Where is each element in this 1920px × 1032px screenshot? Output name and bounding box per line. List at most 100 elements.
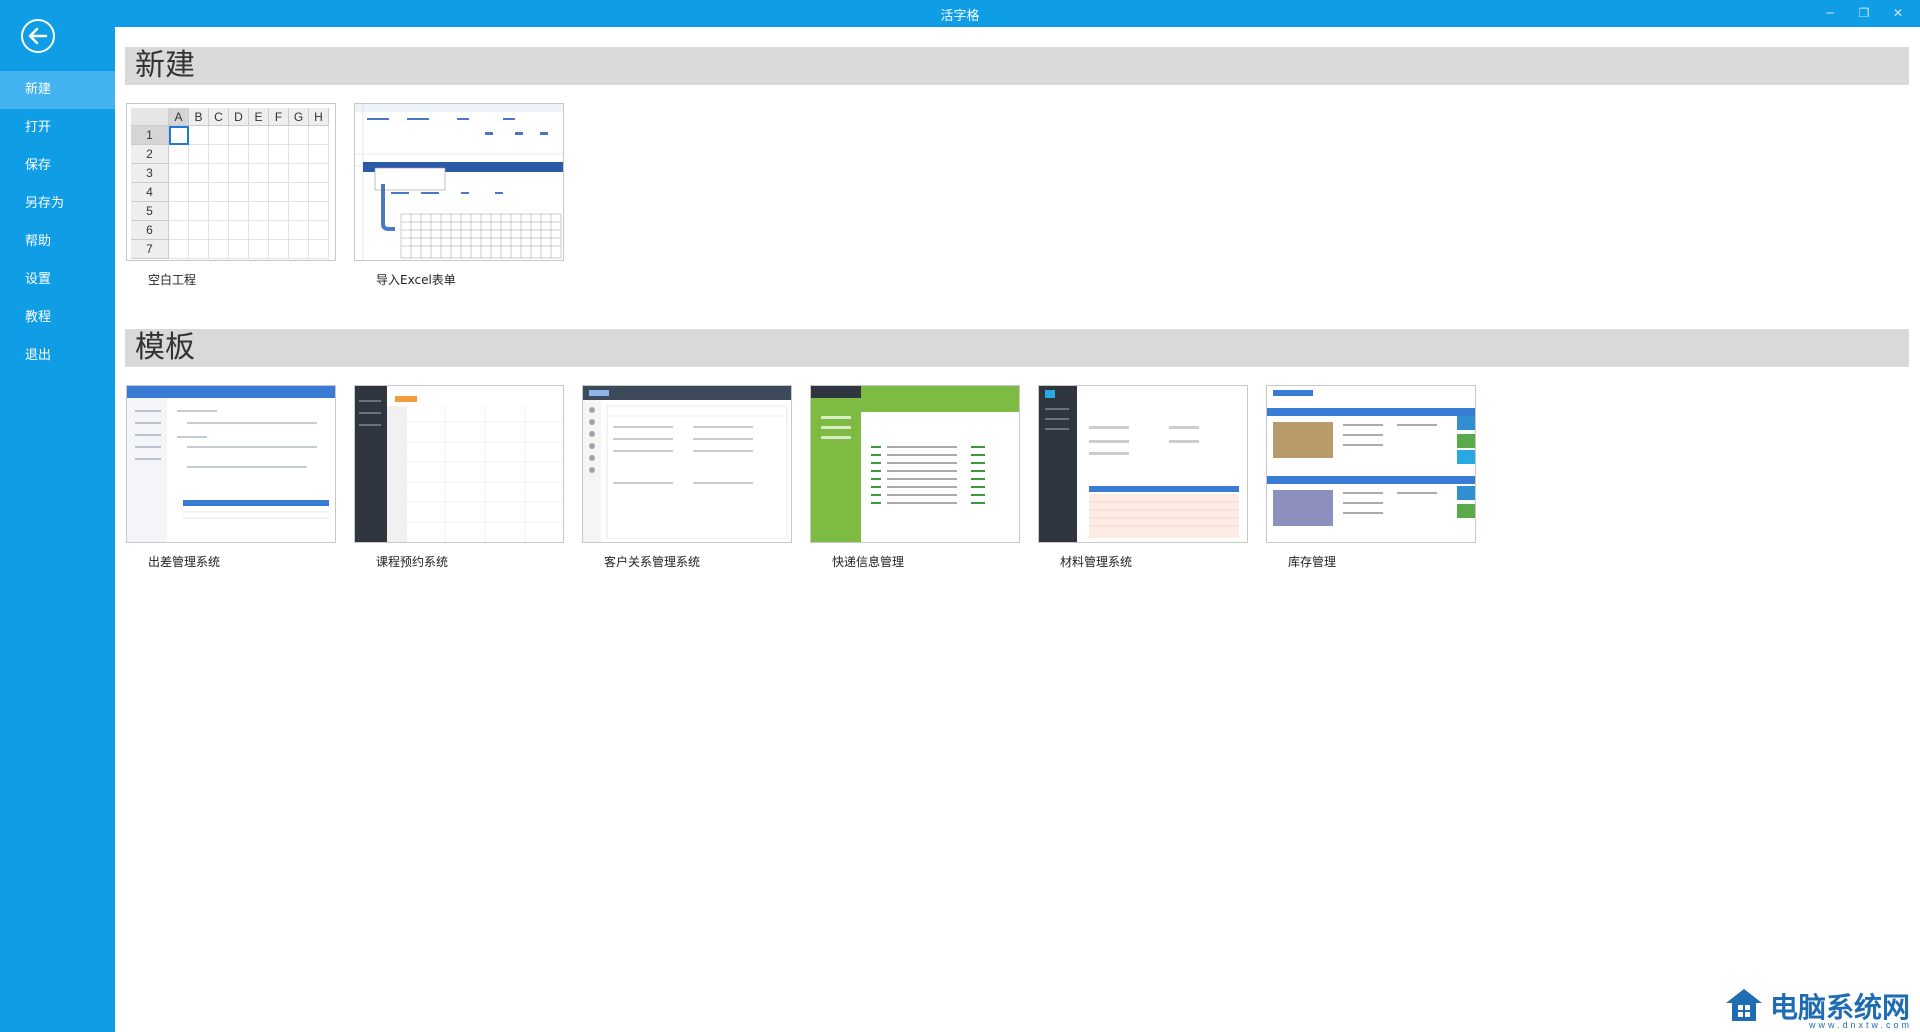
template-thumbnail [1266, 385, 1476, 543]
grid-cell [269, 240, 289, 259]
grid-column-header: G [289, 108, 309, 126]
grid-cell [229, 240, 249, 259]
sidebar-item-new[interactable]: 新建 [0, 71, 115, 109]
grid-column-header: H [309, 108, 329, 126]
card-label: 课程预约系统 [376, 555, 449, 569]
grid-cell [169, 240, 189, 259]
grid-cell [269, 126, 289, 145]
main-panel: 新建 ABCDEFGH1234567 空白工程 导入Excel表单 模板 出差管… [115, 27, 1920, 1032]
template-preview-image [355, 386, 563, 542]
grid-cell [289, 183, 309, 202]
template-preview-image [127, 386, 335, 542]
import-excel-thumbnail [354, 103, 564, 261]
grid-column-header: B [189, 108, 209, 126]
grid-column-header: F [269, 108, 289, 126]
watermark-subtext: www.dnxtw.com [1808, 1020, 1912, 1030]
grid-cell [249, 126, 269, 145]
close-button[interactable]: ✕ [1884, 3, 1912, 23]
grid-cell [169, 202, 189, 221]
template-preview-image [811, 386, 1019, 542]
card-label: 空白工程 [148, 273, 197, 287]
grid-cell [209, 183, 229, 202]
grid-row-header: 2 [131, 145, 169, 164]
grid-cell [189, 202, 209, 221]
template-card-course[interactable]: 课程预约系统 [354, 385, 564, 570]
grid-column-header: D [229, 108, 249, 126]
template-card-crm[interactable]: 客户关系管理系统 [582, 385, 792, 570]
grid-cell [169, 221, 189, 240]
grid-cell [249, 183, 269, 202]
template-thumbnail [810, 385, 1020, 543]
sidebar: 新建 打开 保存 另存为 帮助 设置 教程 退出 [0, 0, 115, 1032]
grid-cell [229, 164, 249, 183]
grid-cell [229, 145, 249, 164]
template-preview-image [583, 386, 791, 542]
template-card-express[interactable]: 快递信息管理 [810, 385, 1020, 570]
grid-cell [169, 183, 189, 202]
section-title-templates: 模板 [125, 329, 1909, 367]
grid-row-header: 4 [131, 183, 169, 202]
excel-preview-image [355, 104, 563, 260]
grid-cell [269, 164, 289, 183]
grid-cell [189, 183, 209, 202]
grid-cell [169, 145, 189, 164]
template-card-materials[interactable]: 材料管理系统 [1038, 385, 1248, 570]
sidebar-item-open[interactable]: 打开 [0, 109, 115, 147]
grid-cell [309, 145, 329, 164]
grid-cell [249, 164, 269, 183]
grid-cell [209, 164, 229, 183]
grid-cell [289, 164, 309, 183]
grid-cell [309, 202, 329, 221]
grid-row-header: 1 [131, 126, 169, 145]
template-card-travel[interactable]: 出差管理系统 [126, 385, 336, 570]
grid-corner [131, 108, 169, 126]
card-blank-project[interactable]: ABCDEFGH 1234567 空白工程 [126, 103, 336, 288]
house-logo-icon [1725, 989, 1762, 1021]
grid-row-header: 6 [131, 221, 169, 240]
card-label: 客户关系管理系统 [604, 555, 701, 569]
sidebar-item-tutorial[interactable]: 教程 [0, 299, 115, 337]
grid-cell [189, 240, 209, 259]
section-title-new: 新建 [125, 47, 1909, 85]
grid-row-header: 3 [131, 164, 169, 183]
grid-cell [249, 145, 269, 164]
sidebar-item-help[interactable]: 帮助 [0, 223, 115, 261]
grid-cell [189, 145, 209, 164]
card-label: 出差管理系统 [148, 555, 221, 569]
card-import-excel[interactable]: 导入Excel表单 [354, 103, 564, 288]
template-thumbnail [1038, 385, 1248, 543]
grid-cell [269, 145, 289, 164]
grid-cell [189, 126, 209, 145]
sidebar-item-settings[interactable]: 设置 [0, 261, 115, 299]
grid-cell [209, 202, 229, 221]
grid-cell [209, 145, 229, 164]
grid-cell [309, 183, 329, 202]
sidebar-item-save-as[interactable]: 另存为 [0, 185, 115, 223]
grid-column-header: A [169, 108, 189, 126]
grid-cell [249, 221, 269, 240]
grid-cell [289, 145, 309, 164]
minimize-button[interactable]: ─ [1816, 3, 1844, 23]
template-preview-image [1267, 390, 1475, 526]
card-label: 快递信息管理 [832, 555, 905, 569]
grid-cell [169, 126, 189, 145]
sidebar-menu: 新建 打开 保存 另存为 帮助 设置 教程 退出 [0, 71, 115, 375]
sidebar-item-save[interactable]: 保存 [0, 147, 115, 185]
template-card-inventory[interactable]: 库存管理 [1266, 385, 1476, 570]
grid-cell [269, 221, 289, 240]
sidebar-item-exit[interactable]: 退出 [0, 337, 115, 375]
card-label: 导入Excel表单 [376, 273, 456, 287]
grid-cell [209, 240, 229, 259]
window-title: 活字格 [940, 9, 980, 24]
card-label: 材料管理系统 [1060, 555, 1133, 569]
back-arrow-icon[interactable] [20, 18, 56, 54]
grid-cell [249, 240, 269, 259]
grid-cell [309, 126, 329, 145]
template-thumbnail [126, 385, 336, 543]
grid-cell [309, 221, 329, 240]
restore-button[interactable]: ❐ [1850, 3, 1878, 23]
grid-cell [309, 240, 329, 259]
grid-row-header: 7 [131, 240, 169, 259]
grid-cell [209, 221, 229, 240]
grid-cell [189, 221, 209, 240]
